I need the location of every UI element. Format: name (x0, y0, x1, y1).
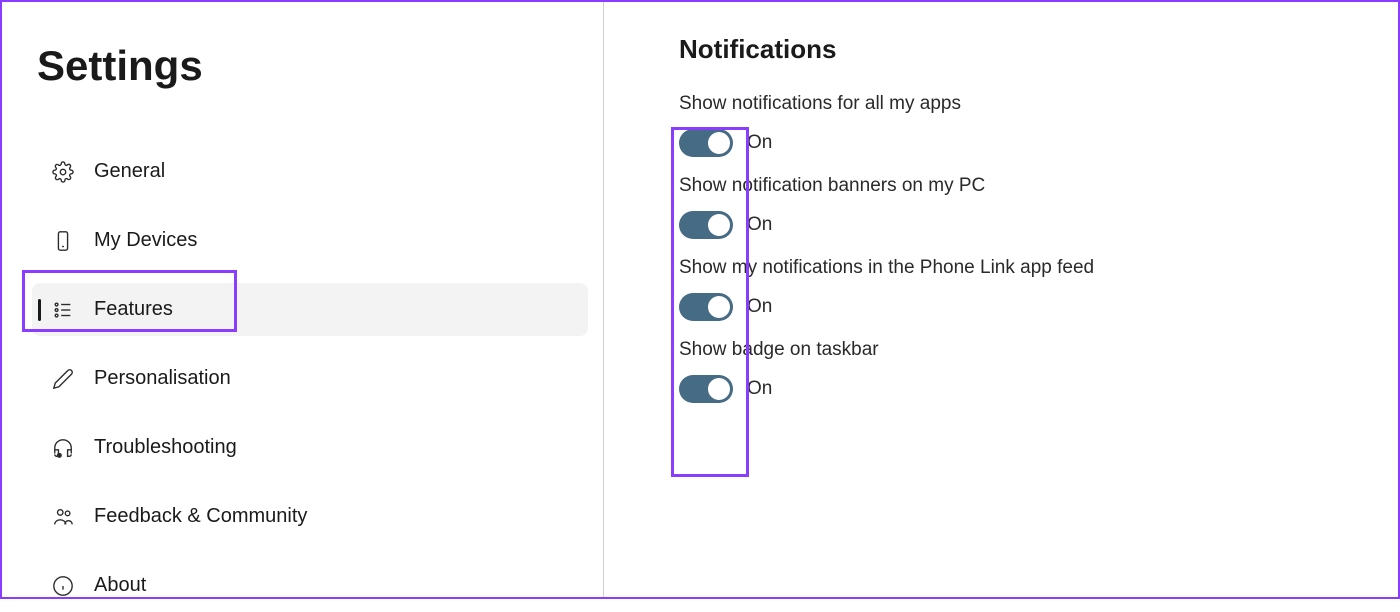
sidebar-item-label: Features (94, 298, 173, 321)
setting-show-in-feed: Show my notifications in the Phone Link … (679, 257, 1398, 321)
sidebar-item-label: Personalisation (94, 367, 231, 390)
setting-show-notifications-all-apps: Show notifications for all my apps On (679, 93, 1398, 157)
toggle-state-text: On (747, 378, 772, 400)
info-icon (52, 575, 74, 597)
sidebar-item-about[interactable]: About (32, 559, 588, 612)
toggle-switch[interactable] (679, 211, 733, 239)
setting-label: Show my notifications in the Phone Link … (679, 257, 1398, 279)
headset-icon (52, 437, 74, 459)
setting-label: Show notification banners on my PC (679, 175, 1398, 197)
toggle-switch[interactable] (679, 293, 733, 321)
sidebar-item-troubleshooting[interactable]: Troubleshooting (32, 421, 588, 474)
list-icon (52, 299, 74, 321)
sidebar-item-general[interactable]: General (32, 145, 588, 198)
pen-icon (52, 368, 74, 390)
toggle-row: On (679, 129, 1398, 157)
sidebar-item-feedback-community[interactable]: Feedback & Community (32, 490, 588, 543)
main-content: Notifications Show notifications for all… (604, 2, 1398, 597)
setting-show-badge-taskbar: Show badge on taskbar On (679, 339, 1398, 403)
sidebar-item-label: About (94, 574, 146, 597)
sidebar-item-label: My Devices (94, 229, 197, 252)
sidebar-item-label: General (94, 160, 165, 183)
toggle-row: On (679, 375, 1398, 403)
toggle-row: On (679, 293, 1398, 321)
section-title: Notifications (679, 34, 1398, 65)
sidebar-item-features[interactable]: Features (32, 283, 588, 336)
sidebar-item-personalisation[interactable]: Personalisation (32, 352, 588, 405)
toggle-switch[interactable] (679, 129, 733, 157)
toggle-switch[interactable] (679, 375, 733, 403)
sidebar-item-label: Feedback & Community (94, 505, 307, 528)
people-icon (52, 506, 74, 528)
settings-sidebar: Settings General My Devices Features Per… (2, 2, 604, 597)
setting-label: Show notifications for all my apps (679, 93, 1398, 115)
toggle-row: On (679, 211, 1398, 239)
setting-label: Show badge on taskbar (679, 339, 1398, 361)
gear-icon (52, 161, 74, 183)
page-title: Settings (37, 42, 588, 90)
sidebar-item-my-devices[interactable]: My Devices (32, 214, 588, 267)
toggle-state-text: On (747, 296, 772, 318)
sidebar-item-label: Troubleshooting (94, 436, 237, 459)
toggle-state-text: On (747, 214, 772, 236)
toggle-state-text: On (747, 132, 772, 154)
setting-show-banners: Show notification banners on my PC On (679, 175, 1398, 239)
phone-icon (52, 230, 74, 252)
